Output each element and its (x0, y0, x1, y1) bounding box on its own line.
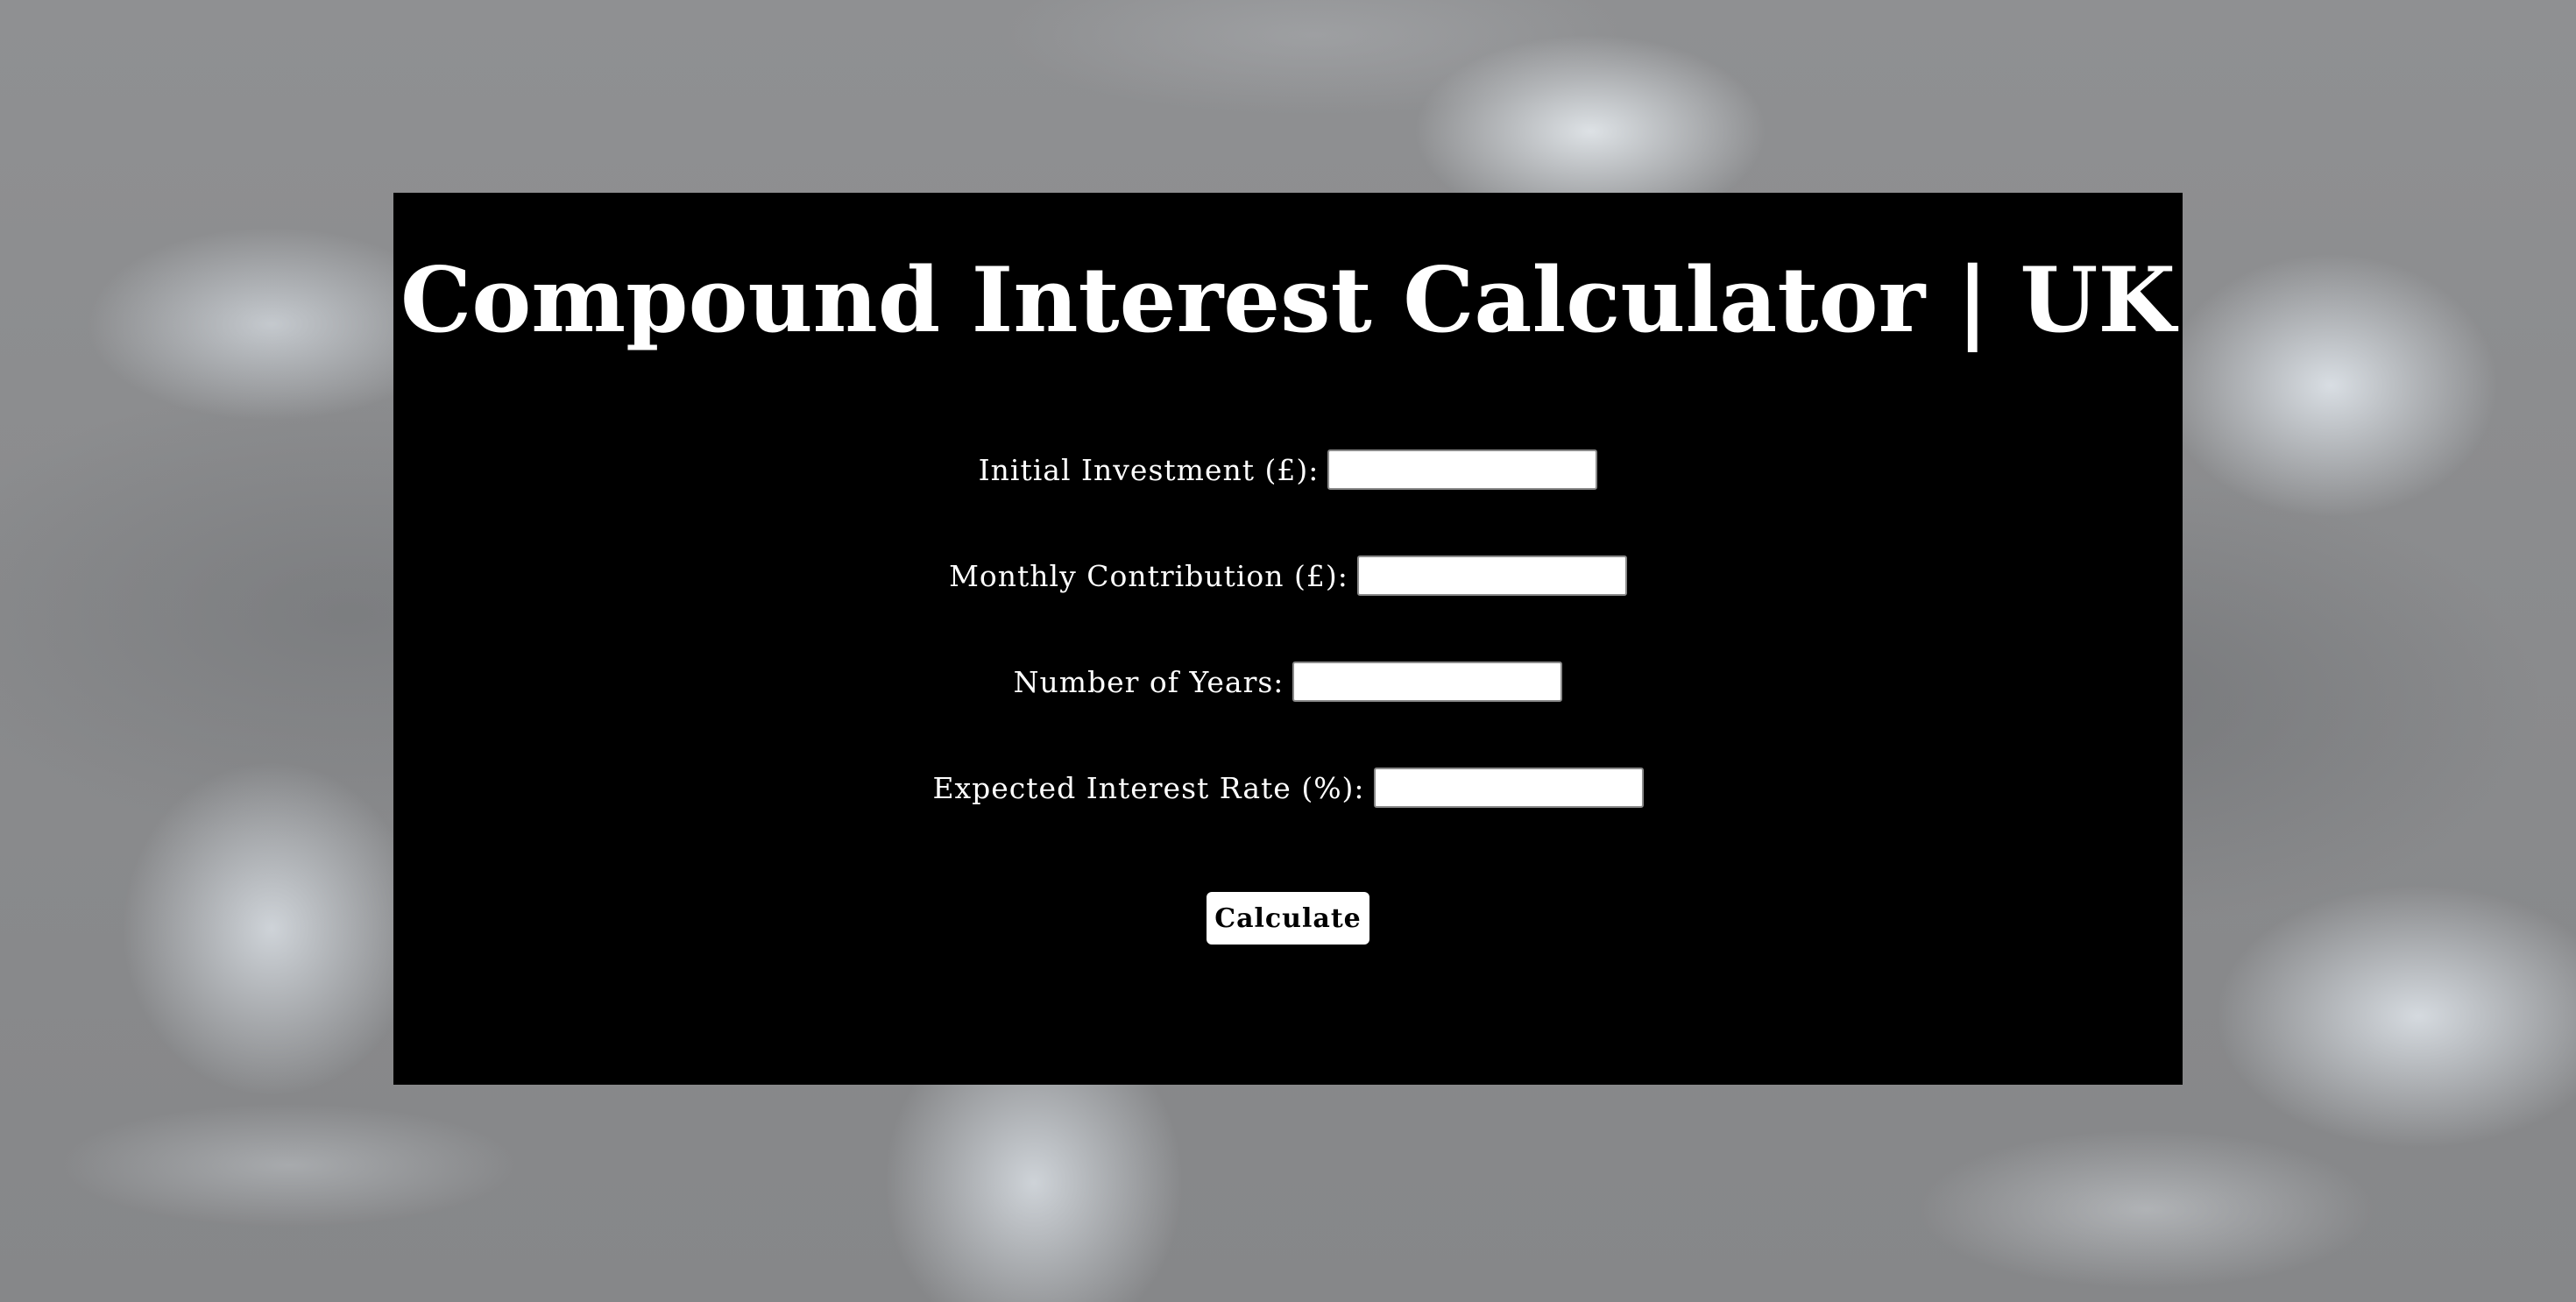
calculator-panel: Compound Interest Calculator | UK Initia… (393, 193, 2183, 1085)
interest-rate-row: Expected Interest Rate (%): (393, 767, 2183, 809)
initial-investment-label: Initial Investment (£): (978, 452, 1320, 487)
monthly-contribution-label: Monthly Contribution (£): (949, 558, 1348, 593)
monthly-contribution-input[interactable] (1356, 555, 1627, 596)
number-of-years-row: Number of Years: (393, 661, 2183, 703)
initial-investment-input[interactable] (1327, 449, 1598, 490)
initial-investment-row: Initial Investment (£): (393, 449, 2183, 491)
number-of-years-input[interactable] (1292, 662, 1563, 702)
number-of-years-label: Number of Years: (1013, 664, 1284, 699)
interest-rate-input[interactable] (1373, 768, 1644, 808)
monthly-contribution-row: Monthly Contribution (£): (393, 555, 2183, 597)
interest-rate-label: Expected Interest Rate (%): (932, 770, 1365, 805)
calculate-button[interactable]: Calculate (1207, 892, 1369, 945)
page-title: Compound Interest Calculator | UK (400, 248, 2176, 353)
